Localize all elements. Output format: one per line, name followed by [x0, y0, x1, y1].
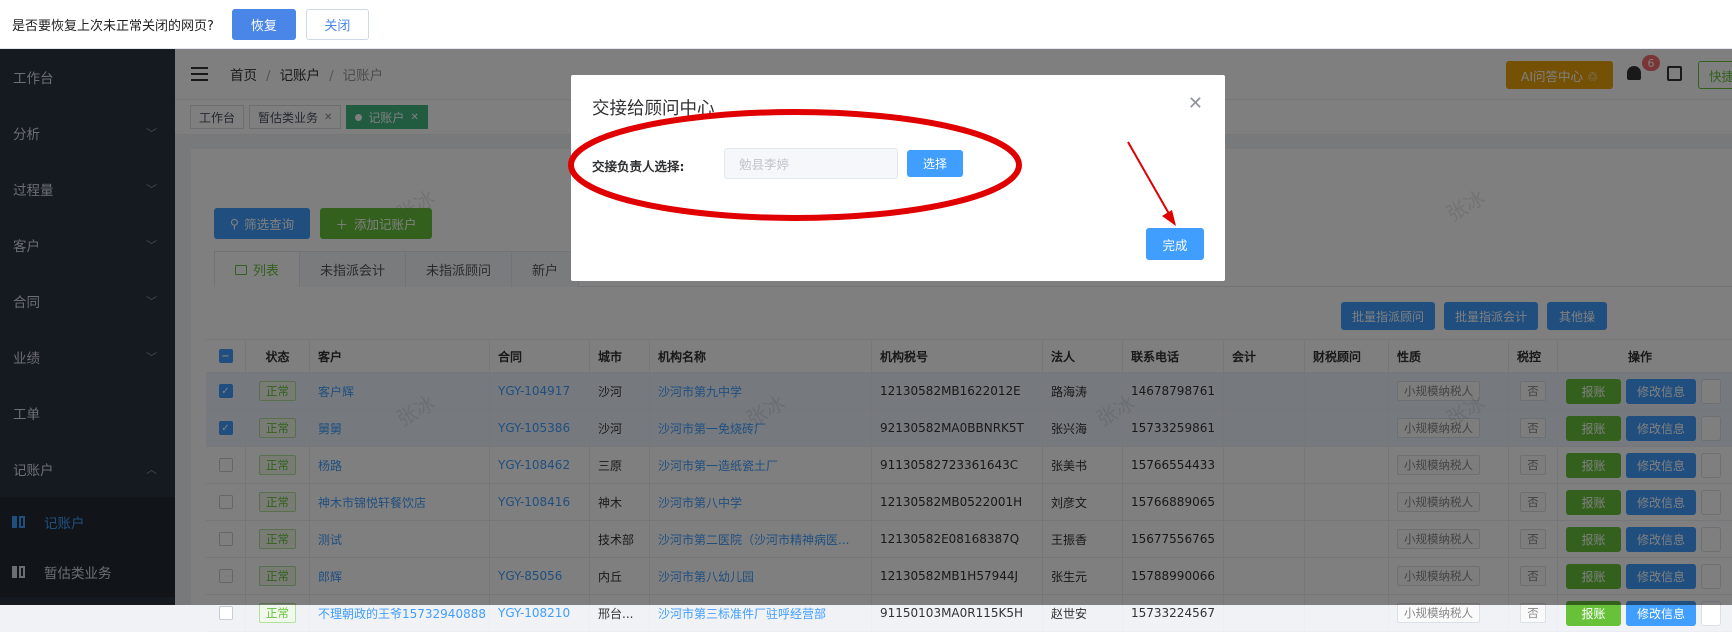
done-button[interactable]: 完成	[1146, 228, 1204, 260]
close-icon[interactable]: ✕	[1188, 93, 1203, 114]
close-restore-button[interactable]: 关闭	[305, 8, 369, 40]
restore-message: 是否要恢复上次未正常关闭的网页?	[12, 18, 214, 34]
status-badge: 正常	[259, 603, 296, 623]
handover-dialog: 交接给顾问中心 ✕ 交接负责人选择: 勉县李婷 选择 完成	[571, 75, 1225, 281]
dialog-title: 交接给顾问中心	[592, 99, 715, 119]
row-checkbox[interactable]	[218, 606, 233, 620]
restore-button[interactable]: 恢复	[231, 8, 296, 40]
nature-badge: 小规模纳税人	[1397, 603, 1480, 623]
handover-person-label: 交接负责人选择:	[592, 159, 685, 174]
handover-person-input[interactable]: 勉县李婷	[724, 148, 898, 179]
choose-button[interactable]: 选择	[907, 150, 963, 177]
restore-session-bar: 是否要恢复上次未正常关闭的网页? 恢复 关闭	[0, 0, 1732, 49]
taxctl-badge: 否	[1520, 603, 1546, 623]
